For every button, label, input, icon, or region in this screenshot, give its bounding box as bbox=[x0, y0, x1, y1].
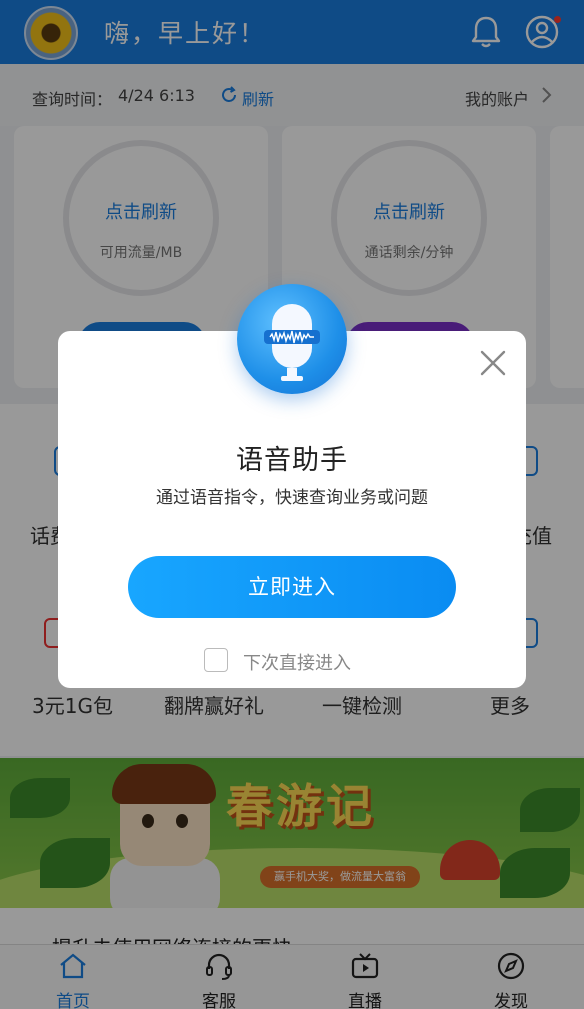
dialog-subtitle: 通过语音指令，快速查询业务或问题 bbox=[156, 488, 428, 508]
enter-now-button[interactable]: 立即进入 bbox=[128, 556, 456, 618]
enter-directly-label[interactable]: 下次直接进入 bbox=[243, 649, 351, 675]
dialog-title: 语音助手 bbox=[236, 445, 348, 476]
microphone-icon bbox=[237, 284, 347, 394]
close-icon[interactable] bbox=[478, 348, 508, 378]
enter-directly-checkbox[interactable] bbox=[204, 648, 228, 672]
microphone-glyph bbox=[264, 304, 320, 381]
